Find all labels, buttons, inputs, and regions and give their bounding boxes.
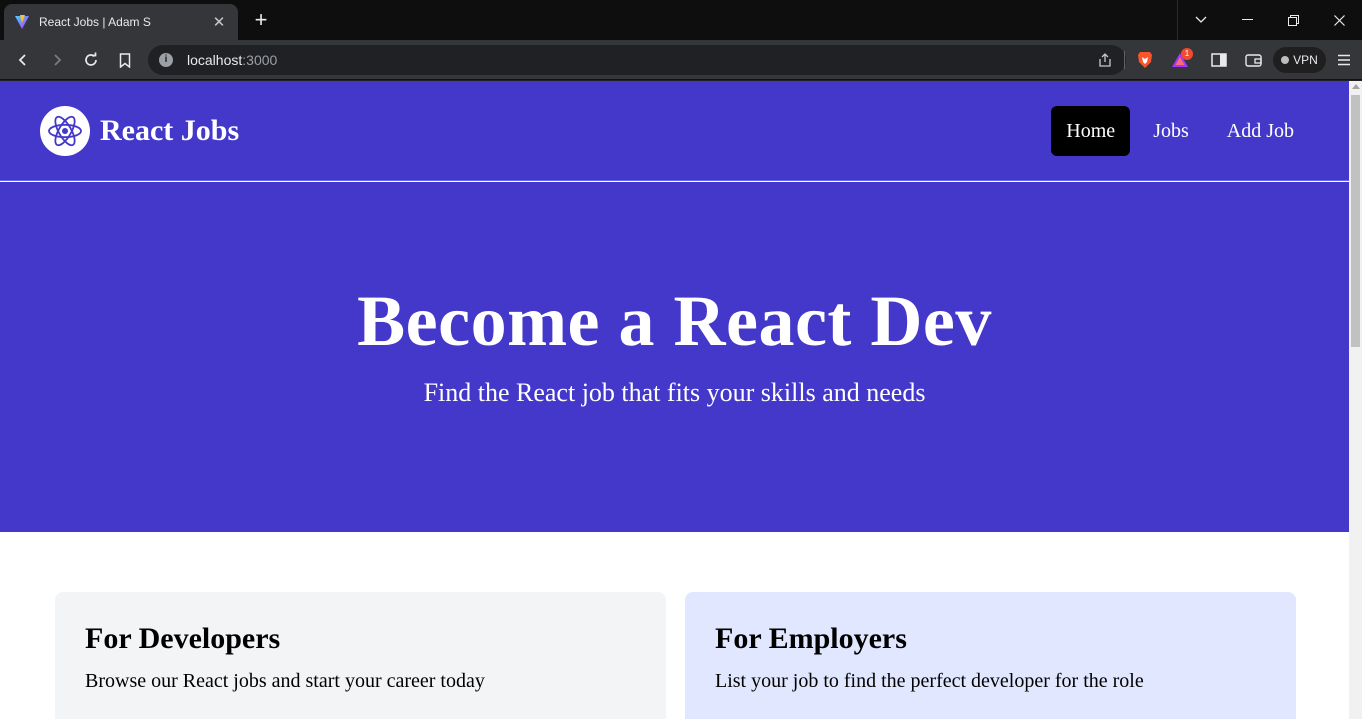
tab-close-icon[interactable]: ✕ [210, 13, 228, 31]
nav-links: Home Jobs Add Job [1051, 106, 1309, 156]
nav-link-jobs[interactable]: Jobs [1138, 106, 1204, 156]
forward-icon[interactable] [43, 46, 71, 74]
new-tab-button[interactable]: + [247, 7, 275, 35]
hero-title: Become a React Dev [357, 281, 992, 361]
window-controls [1177, 0, 1362, 40]
close-window-icon[interactable] [1316, 0, 1362, 40]
rewards-badge: 1 [1181, 48, 1193, 60]
site-info-icon[interactable]: i [159, 53, 173, 67]
hero-subtitle: Find the React job that fits your skills… [423, 378, 926, 407]
tab-search-icon[interactable] [1178, 0, 1224, 40]
card-title: For Developers [85, 622, 281, 655]
employers-card: For Employers List your job to find the … [685, 592, 1296, 719]
vpn-status-icon [1281, 56, 1290, 64]
browser-tab-strip: React Jobs | Adam S ✕ + [0, 0, 1362, 40]
site-navbar: React Jobs Home Jobs Add Job [0, 81, 1349, 181]
page-scrollbar[interactable] [1349, 81, 1362, 719]
card-text: Browse our React jobs and start your car… [85, 670, 485, 692]
url-host: localhost [187, 52, 243, 68]
address-bar[interactable] [148, 45, 1126, 75]
wallet-icon[interactable] [1243, 50, 1263, 70]
bookmark-icon[interactable] [111, 46, 139, 74]
hero-section: Become a React Dev Find the React job th… [0, 182, 1349, 532]
nav-link-home[interactable]: Home [1051, 106, 1131, 156]
tab-title: React Jobs | Adam S [39, 15, 151, 29]
url-text[interactable]: localhost:3000 [187, 52, 277, 68]
share-icon[interactable] [1095, 50, 1115, 70]
brave-shields-icon[interactable] [1135, 50, 1155, 70]
url-port: :3000 [242, 52, 278, 68]
reload-icon[interactable] [77, 46, 105, 74]
nav-link-add-job[interactable]: Add Job [1212, 106, 1309, 156]
react-logo-icon [40, 106, 90, 156]
developers-card: For Developers Browse our React jobs and… [55, 592, 666, 719]
menu-icon[interactable] [1334, 50, 1354, 70]
vpn-button[interactable]: VPN [1273, 47, 1326, 73]
vpn-label: VPN [1293, 53, 1318, 67]
sidebar-toggle-icon[interactable] [1209, 50, 1229, 70]
back-icon[interactable] [9, 46, 37, 74]
card-title: For Employers [715, 622, 907, 655]
scroll-up-arrow-icon[interactable] [1352, 84, 1360, 89]
scroll-thumb[interactable] [1351, 95, 1360, 347]
restore-icon[interactable] [1270, 0, 1316, 40]
browser-tab[interactable]: React Jobs | Adam S ✕ [4, 4, 238, 40]
brand-link[interactable]: React Jobs [40, 106, 239, 156]
vite-favicon-icon [14, 14, 30, 30]
toolbar-divider [1124, 51, 1125, 69]
brand-name: React Jobs [100, 114, 240, 147]
card-text: List your job to find the perfect develo… [715, 670, 1144, 692]
page-viewport: React Jobs Home Jobs Add Job Become a Re… [0, 81, 1349, 719]
minimize-icon[interactable] [1224, 0, 1270, 40]
